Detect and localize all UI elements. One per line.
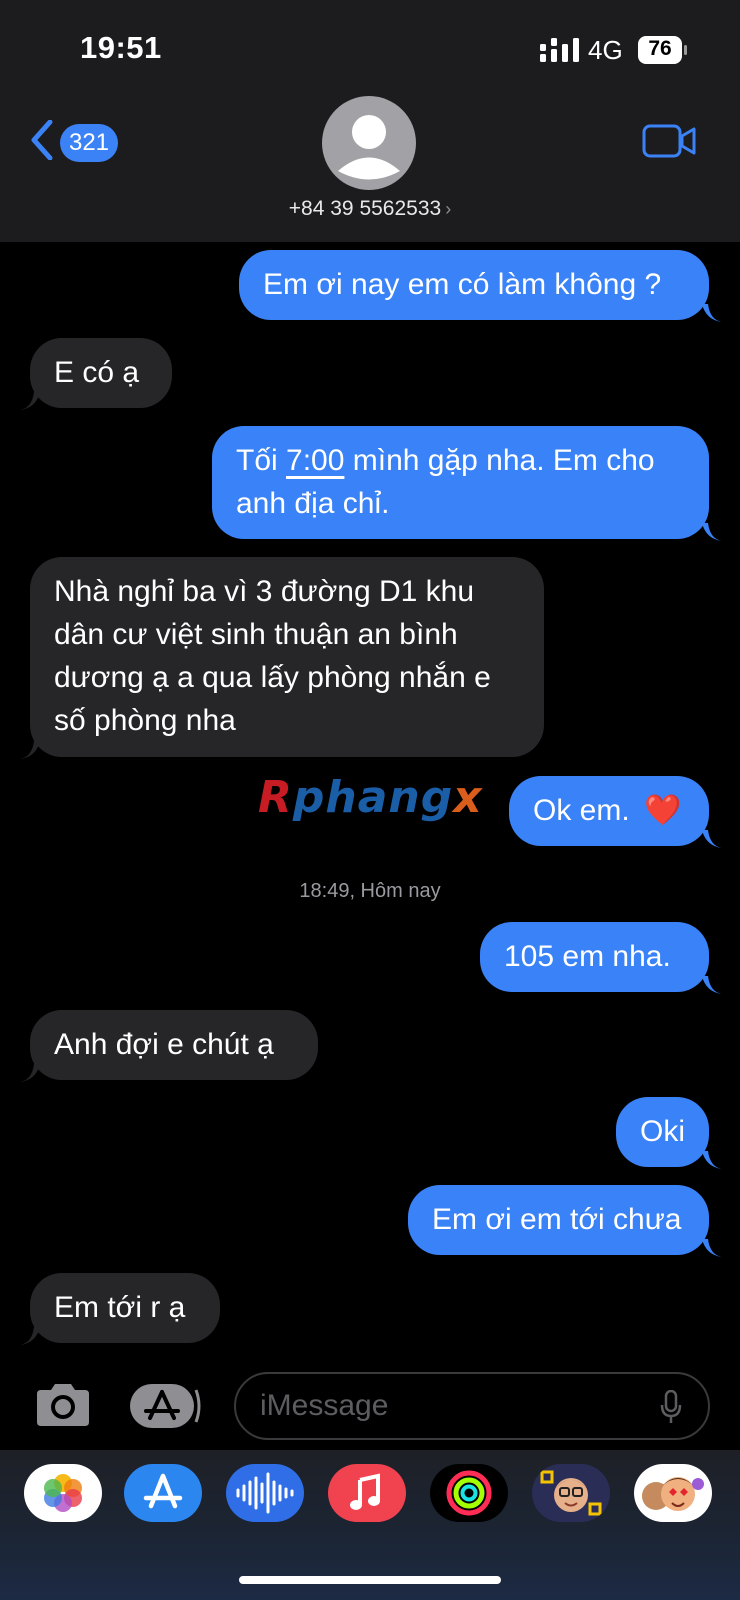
message-bubble-outgoing[interactable]: Em ơi em tới chưa (408, 1185, 709, 1255)
message-line: số phòng nha (54, 704, 236, 737)
bubble-tail (20, 1327, 40, 1345)
photos-icon[interactable] (24, 1464, 102, 1522)
message-bubble-incoming[interactable]: Nhà nghỉ ba vì 3 đường D1 khu dân cư việ… (30, 557, 544, 757)
message-bubble-incoming[interactable]: Anh đợi e chút ạ (30, 1010, 318, 1080)
bubble-tail (702, 523, 722, 541)
bubble-tail (702, 304, 722, 322)
message-line: Tối 7:00 mình gặp nha. Em cho (236, 439, 685, 482)
input-placeholder: iMessage (260, 1389, 389, 1422)
battery-indicator: 76 (638, 36, 688, 64)
watermark-letter: R (258, 772, 293, 823)
conversation-header: 19:51 4G 76 321 +84 39 5562533 › (0, 0, 740, 242)
video-call-icon[interactable] (642, 124, 696, 158)
message-text: 105 em nha. (504, 940, 671, 973)
message-text: Anh đợi e chút ạ (54, 1028, 274, 1061)
message-line: dân cư việt sinh thuận an bình (54, 618, 458, 651)
message-composer: iMessage (0, 1350, 740, 1450)
contact-number: +84 39 5562533 (288, 197, 442, 220)
message-line: dương ạ a qua lấy phòng nhắn e (54, 661, 491, 694)
app-store-icon[interactable] (124, 1464, 202, 1522)
app-store-icon[interactable] (130, 1384, 202, 1428)
app-drawer (0, 1450, 740, 1600)
battery-level: 76 (648, 37, 672, 60)
network-type: 4G (588, 35, 623, 65)
back-button[interactable]: 321 (30, 118, 150, 166)
message-text: Ok em. (533, 794, 630, 827)
message-text: Em ơi nay em có làm không ? (263, 268, 662, 301)
message-line: Nhà nghỉ ba vì 3 đường D1 khu (54, 575, 475, 608)
audio-icon[interactable] (226, 1464, 304, 1522)
bubble-tail (702, 1151, 722, 1169)
camera-icon[interactable] (33, 1382, 93, 1428)
message-bubble-incoming[interactable]: E có ạ (30, 338, 172, 408)
chevron-right-icon: › (445, 199, 452, 219)
bubble-tail (20, 392, 40, 410)
message-text: Tối (236, 444, 287, 477)
bubble-tail (20, 741, 40, 759)
watermark-letter: x (453, 772, 483, 823)
watermark-logo: Rphangx (258, 772, 483, 823)
message-bubble-outgoing[interactable]: Em ơi nay em có làm không ? (239, 250, 709, 320)
status-time: 19:51 (80, 30, 162, 65)
message-bubble-outgoing[interactable]: Tối 7:00 mình gặp nha. Em cho anh địa ch… (212, 426, 709, 539)
contact-number-button[interactable]: +84 39 5562533 › (0, 197, 740, 221)
message-text: Em ơi em tới chưa (432, 1203, 682, 1236)
message-text: E có ạ (54, 356, 140, 389)
bubble-tail (702, 830, 722, 848)
message-timestamp: 18:49, Hôm nay (299, 880, 441, 902)
unread-count-badge: 321 (60, 124, 118, 162)
message-text: mình gặp nha. Em cho (344, 444, 655, 477)
activity-icon[interactable] (430, 1464, 508, 1522)
message-bubble-outgoing[interactable]: Oki (616, 1097, 709, 1167)
message-line: anh địa chỉ. (236, 487, 390, 520)
contact-avatar-icon[interactable] (322, 96, 416, 190)
home-indicator[interactable] (239, 1576, 501, 1584)
watermark-text: phang (292, 772, 454, 823)
message-bubble-outgoing[interactable]: 105 em nha. (480, 922, 709, 992)
chevron-left-icon (31, 120, 53, 160)
music-icon[interactable] (328, 1464, 406, 1522)
message-text: Em tới r ạ (54, 1291, 186, 1324)
bubble-tail (702, 976, 722, 994)
message-bubble-incoming[interactable]: Em tới r ạ (30, 1273, 220, 1343)
signal-icon (540, 38, 579, 62)
bubble-tail (20, 1064, 40, 1082)
animoji-icon[interactable] (634, 1464, 712, 1522)
imessage-input[interactable]: iMessage (234, 1372, 710, 1440)
microphone-icon[interactable] (660, 1390, 682, 1424)
bubble-tail (702, 1239, 722, 1257)
message-text: Oki (640, 1115, 685, 1148)
message-bubble-outgoing[interactable]: Ok em. ❤️ (509, 776, 709, 846)
time-link[interactable]: 7:00 (286, 444, 344, 477)
memoji-icon[interactable] (532, 1464, 610, 1522)
heart-emoji-icon: ❤️ (644, 794, 682, 827)
